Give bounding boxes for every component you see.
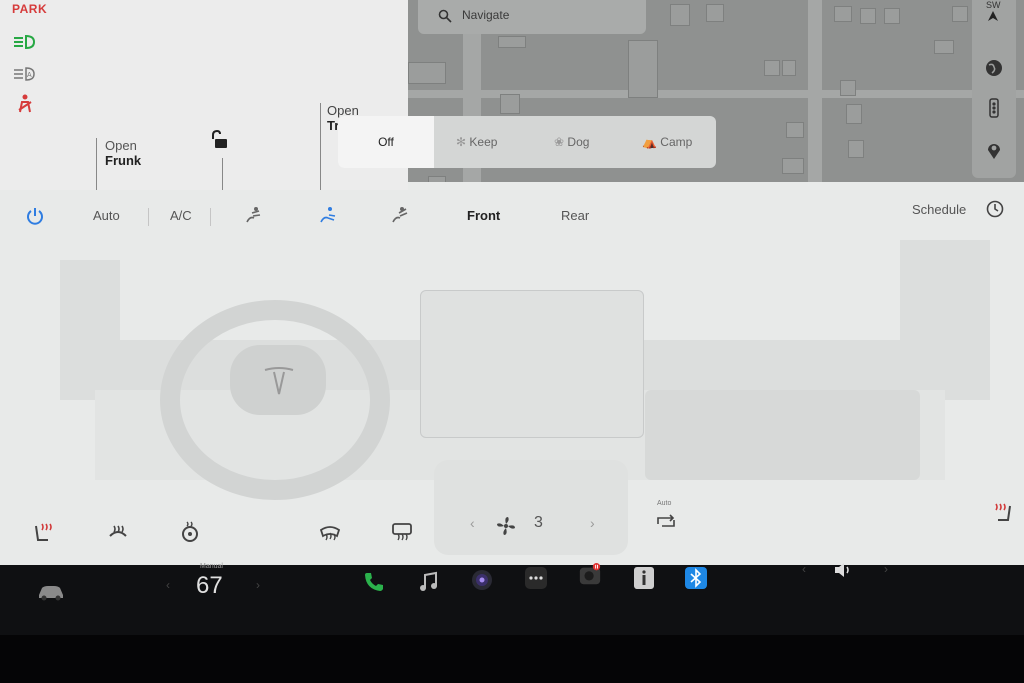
recirculation-auto-label: Auto: [657, 500, 672, 507]
music-icon[interactable]: [416, 570, 440, 594]
separator: [210, 208, 211, 226]
bottom-bar: [0, 565, 1024, 635]
airflow-face-icon[interactable]: [244, 206, 264, 224]
mode-keep-button[interactable]: ✻ Keep: [456, 116, 497, 168]
frunk-label-top: Open: [105, 138, 137, 153]
mode-camp-button[interactable]: ⛺ Camp: [642, 116, 692, 168]
camera-lens-icon[interactable]: [470, 568, 494, 592]
temp-decrease-button[interactable]: ‹: [166, 578, 170, 592]
paw-icon: ❀: [554, 135, 565, 149]
airflow-feet-icon[interactable]: [318, 206, 338, 224]
car-outline-divider: [222, 158, 223, 190]
passenger-seat-heater-icon[interactable]: [990, 500, 1014, 524]
center-console: [434, 460, 628, 555]
unlocked-icon[interactable]: [210, 130, 230, 150]
steering-heat-icon[interactable]: [178, 520, 202, 544]
front-zone-tab[interactable]: Front: [467, 208, 500, 223]
climate-top-row: Auto A/C Front Rear Schedule: [0, 190, 1024, 240]
separator: [148, 208, 149, 226]
globe-icon[interactable]: [984, 58, 1004, 78]
manual-info-icon[interactable]: [632, 566, 656, 590]
location-pin-icon[interactable]: [984, 140, 1004, 160]
traffic-light-icon[interactable]: [984, 98, 1004, 118]
car-icon[interactable]: [36, 583, 66, 601]
recirculation-icon[interactable]: [654, 510, 678, 534]
volume-decrease-button[interactable]: ‹: [802, 562, 806, 576]
open-frunk-button[interactable]: Open Frunk: [96, 138, 141, 190]
ac-button[interactable]: A/C: [170, 208, 192, 223]
schedule-button[interactable]: Schedule: [912, 202, 966, 217]
temp-increase-button[interactable]: ›: [256, 578, 260, 592]
auto-headlight-icon: A: [14, 67, 35, 81]
tent-icon: ⛺: [642, 135, 657, 149]
fan-decrease-button[interactable]: ‹: [470, 515, 475, 531]
mode-camp-label: Camp: [660, 135, 693, 149]
fan-icon: [497, 517, 515, 535]
airflow-windshield-icon[interactable]: [390, 206, 410, 224]
more-apps-icon[interactable]: [524, 566, 548, 590]
headlight-icon: [14, 34, 36, 50]
seatbelt-warning-icon: [18, 94, 32, 113]
bluetooth-icon[interactable]: [684, 566, 708, 590]
steering-wheel-heater-icon[interactable]: [106, 520, 130, 544]
compass-heading: SW: [986, 0, 1001, 10]
fan-increase-button[interactable]: ›: [590, 515, 595, 531]
center-display: [420, 290, 644, 438]
phone-icon[interactable]: [362, 570, 386, 594]
navigate-placeholder: Navigate: [462, 8, 510, 22]
search-icon: [438, 9, 452, 23]
tesla-logo-icon: [264, 367, 294, 395]
climate-mode-menu: Off ✻ Keep ❀ Dog ⛺ Camp: [338, 116, 716, 168]
temp-mode-label: Manual: [200, 563, 223, 570]
volume-increase-button[interactable]: ›: [884, 562, 888, 576]
navigation-arrow-icon: [988, 11, 999, 21]
auto-button[interactable]: Auto: [93, 208, 120, 223]
mode-off-button[interactable]: Off: [338, 116, 434, 168]
power-icon[interactable]: [25, 206, 45, 226]
svg-text:A: A: [27, 72, 32, 79]
bezel: [0, 635, 1024, 683]
mode-dog-button[interactable]: ❀ Dog: [554, 116, 589, 168]
rear-defrost-icon[interactable]: [390, 520, 414, 544]
fan-speed-value: 3: [534, 514, 543, 531]
gear-indicator: PARK: [12, 2, 48, 16]
mode-keep-label: Keep: [469, 135, 498, 149]
clock-icon[interactable]: [986, 200, 1004, 218]
cabin-temperature[interactable]: 67: [196, 572, 223, 600]
dashcam-icon[interactable]: [578, 563, 602, 587]
volume-icon[interactable]: [832, 558, 856, 582]
front-defrost-icon[interactable]: [318, 520, 342, 544]
navigate-search-bar[interactable]: Navigate: [418, 0, 646, 34]
glovebox: [645, 390, 920, 480]
compass-button[interactable]: SW: [986, 0, 1001, 24]
fan-icon: ✻: [456, 135, 467, 149]
rear-zone-tab[interactable]: Rear: [561, 208, 589, 223]
mode-dog-label: Dog: [567, 135, 590, 149]
frunk-label-bottom: Frunk: [105, 153, 142, 168]
driver-seat-heater-icon[interactable]: [32, 520, 56, 544]
